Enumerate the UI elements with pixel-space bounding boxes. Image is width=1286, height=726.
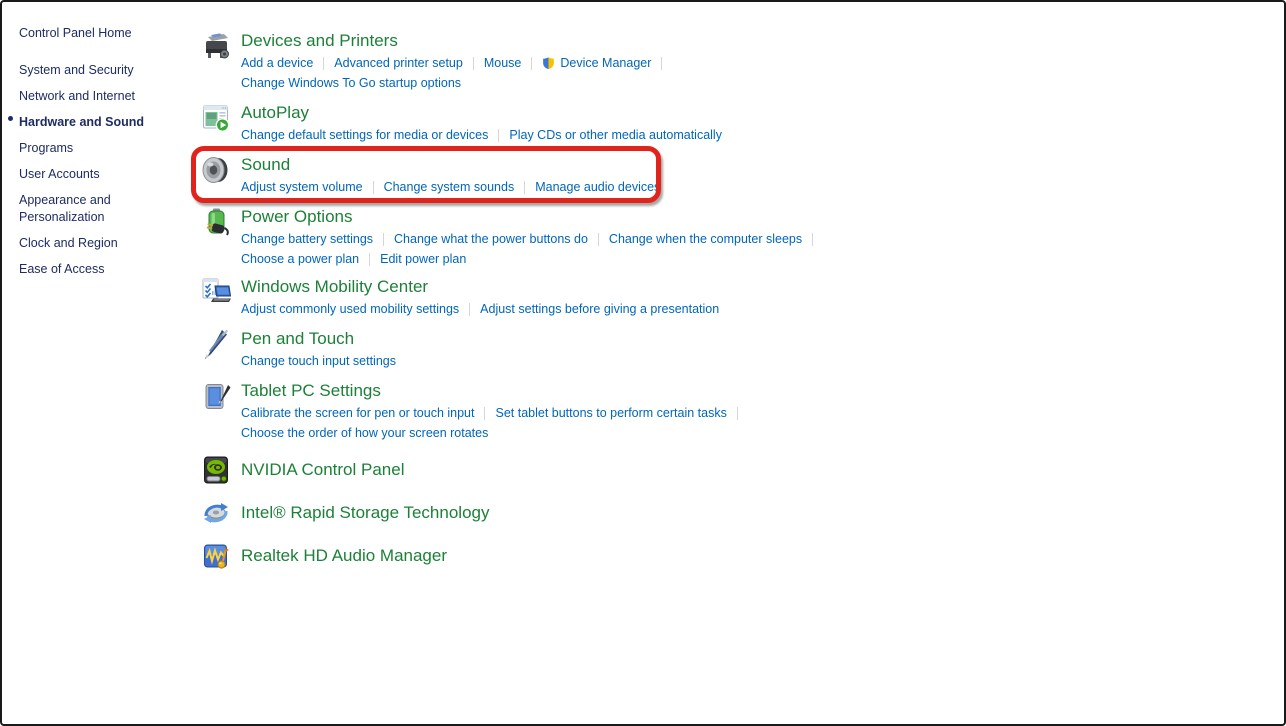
- printer-icon[interactable]: [200, 30, 232, 62]
- task-advanced-printer-setup[interactable]: Advanced printer setup: [334, 56, 463, 70]
- section-devices-and-printers: Devices and Printers Add a device Advanc…: [200, 30, 672, 93]
- section-title-intel-rapid-storage[interactable]: Intel® Rapid Storage Technology: [241, 497, 489, 529]
- control-panel-window: Control Panel Home System and Security N…: [0, 0, 1286, 726]
- section-title-autoplay[interactable]: AutoPlay: [241, 102, 722, 123]
- task-play-cds-automatically[interactable]: Play CDs or other media automatically: [509, 128, 722, 142]
- section-title-windows-mobility-center[interactable]: Windows Mobility Center: [241, 276, 719, 297]
- task-calibrate-screen[interactable]: Calibrate the screen for pen or touch in…: [241, 406, 474, 420]
- task-row: Change default settings for media or dev…: [241, 125, 722, 145]
- task-change-battery-settings[interactable]: Change battery settings: [241, 232, 373, 246]
- section-title-pen-and-touch[interactable]: Pen and Touch: [241, 328, 396, 349]
- realtek-icon[interactable]: [200, 540, 232, 572]
- task-edit-power-plan[interactable]: Edit power plan: [380, 252, 466, 266]
- sidebar-item-control-panel-home[interactable]: Control Panel Home: [19, 20, 192, 46]
- sidebar: Control Panel Home System and Security N…: [2, 2, 192, 282]
- nvidia-icon[interactable]: [200, 454, 232, 486]
- sidebar-item-user-accounts[interactable]: User Accounts: [19, 161, 169, 187]
- task-row: Calibrate the screen for pen or touch in…: [241, 403, 748, 423]
- intel-rst-icon[interactable]: [200, 497, 232, 529]
- battery-icon[interactable]: [200, 206, 232, 238]
- section-title-devices-and-printers[interactable]: Devices and Printers: [241, 30, 672, 51]
- task-row: Adjust system volume Change system sound…: [241, 177, 660, 197]
- sidebar-item-programs[interactable]: Programs: [19, 135, 169, 161]
- task-change-default-settings-media[interactable]: Change default settings for media or dev…: [241, 128, 488, 142]
- section-windows-mobility-center: Windows Mobility Center Adjust commonly …: [200, 276, 719, 319]
- task-set-tablet-buttons[interactable]: Set tablet buttons to perform certain ta…: [495, 406, 726, 420]
- task-change-touch-input[interactable]: Change touch input settings: [241, 354, 396, 368]
- task-row: Change battery settings Change what the …: [241, 229, 823, 249]
- section-title-nvidia-control-panel[interactable]: NVIDIA Control Panel: [241, 454, 404, 486]
- autoplay-icon[interactable]: [200, 102, 232, 134]
- separator: [369, 253, 370, 266]
- section-intel-rapid-storage: Intel® Rapid Storage Technology: [200, 497, 489, 529]
- separator: [383, 233, 384, 246]
- separator: [484, 407, 485, 420]
- task-manage-audio-devices[interactable]: Manage audio devices: [535, 180, 660, 194]
- separator: [498, 129, 499, 142]
- task-change-system-sounds[interactable]: Change system sounds: [384, 180, 515, 194]
- task-adjust-system-volume[interactable]: Adjust system volume: [241, 180, 363, 194]
- separator: [469, 303, 470, 316]
- task-choose-screen-rotation-order[interactable]: Choose the order of how your screen rota…: [241, 426, 488, 440]
- separator: [524, 181, 525, 194]
- section-title-power-options[interactable]: Power Options: [241, 206, 823, 227]
- task-device-manager[interactable]: Device Manager: [542, 56, 651, 70]
- active-bullet-icon: [8, 116, 13, 121]
- section-autoplay: AutoPlay Change default settings for med…: [200, 102, 722, 145]
- mobility-icon[interactable]: [200, 276, 232, 308]
- section-nvidia-control-panel: NVIDIA Control Panel: [200, 454, 404, 486]
- section-tablet-pc-settings: Tablet PC Settings Calibrate the screen …: [200, 380, 748, 443]
- sidebar-item-ease-of-access[interactable]: Ease of Access: [19, 256, 169, 282]
- task-row: Choose the order of how your screen rota…: [241, 423, 748, 443]
- task-label: Device Manager: [560, 56, 651, 70]
- task-mouse[interactable]: Mouse: [484, 56, 522, 70]
- task-adjust-presentation-settings[interactable]: Adjust settings before giving a presenta…: [480, 302, 719, 316]
- task-row: Adjust commonly used mobility settings A…: [241, 299, 719, 319]
- task-change-computer-sleep[interactable]: Change when the computer sleeps: [609, 232, 802, 246]
- section-realtek-hd-audio: Realtek HD Audio Manager: [200, 540, 447, 572]
- sidebar-item-appearance-and-personalization[interactable]: Appearance and Personalization: [19, 187, 169, 230]
- section-power-options: Power Options Change battery settings Ch…: [200, 206, 823, 269]
- sidebar-item-system-and-security[interactable]: System and Security: [19, 57, 169, 83]
- task-row: Choose a power plan Edit power plan: [241, 249, 823, 269]
- section-sound: Sound Adjust system volume Change system…: [200, 154, 660, 197]
- section-title-realtek-hd-audio[interactable]: Realtek HD Audio Manager: [241, 540, 447, 572]
- separator: [598, 233, 599, 246]
- pen-icon[interactable]: [200, 328, 232, 360]
- separator: [323, 57, 324, 70]
- task-adjust-mobility-settings[interactable]: Adjust commonly used mobility settings: [241, 302, 459, 316]
- speaker-icon[interactable]: [200, 154, 232, 186]
- separator: [812, 233, 813, 246]
- task-row: Add a device Advanced printer setup Mous…: [241, 53, 672, 73]
- sidebar-item-hardware-and-sound[interactable]: Hardware and Sound: [19, 109, 169, 135]
- separator: [531, 57, 532, 70]
- sidebar-item-label: Hardware and Sound: [19, 115, 144, 129]
- section-title-tablet-pc-settings[interactable]: Tablet PC Settings: [241, 380, 748, 401]
- section-pen-and-touch: Pen and Touch Change touch input setting…: [200, 328, 396, 371]
- separator: [737, 407, 738, 420]
- task-choose-power-plan[interactable]: Choose a power plan: [241, 252, 359, 266]
- separator: [661, 57, 662, 70]
- sidebar-item-network-and-internet[interactable]: Network and Internet: [19, 83, 169, 109]
- sidebar-item-clock-and-region[interactable]: Clock and Region: [19, 230, 169, 256]
- task-change-windows-to-go[interactable]: Change Windows To Go startup options: [241, 76, 461, 90]
- tablet-icon[interactable]: [200, 380, 232, 412]
- separator: [473, 57, 474, 70]
- section-title-sound[interactable]: Sound: [241, 154, 660, 175]
- task-row: Change touch input settings: [241, 351, 396, 371]
- uac-shield-icon: [542, 56, 555, 70]
- task-change-power-buttons[interactable]: Change what the power buttons do: [394, 232, 588, 246]
- task-add-a-device[interactable]: Add a device: [241, 56, 313, 70]
- task-row: Change Windows To Go startup options: [241, 73, 672, 93]
- separator: [373, 181, 374, 194]
